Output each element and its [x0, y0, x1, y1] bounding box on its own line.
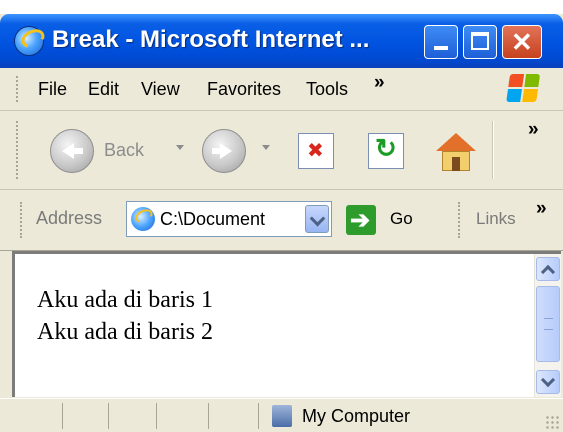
window-title: Break - Microsoft Internet ... — [52, 26, 370, 53]
page-content: Aku ada di baris 1 Aku ada di baris 2 — [12, 251, 561, 397]
address-input[interactable]: C:\Document — [126, 201, 332, 237]
content-line-1: Aku ada di baris 1 — [37, 287, 213, 313]
menu-bar: File Edit View Favorites Tools » — [0, 68, 563, 111]
status-panel — [108, 403, 109, 429]
scroll-down-icon[interactable] — [536, 370, 560, 394]
standard-buttons-toolbar: Back » — [0, 111, 563, 190]
stop-icon[interactable] — [298, 133, 334, 169]
forward-history-dropdown-icon[interactable] — [262, 145, 270, 150]
vertical-scrollbar[interactable] — [534, 254, 561, 397]
go-button[interactable]: Go — [390, 209, 413, 229]
page-icon — [131, 207, 155, 231]
status-panel — [62, 403, 63, 429]
forward-icon[interactable] — [202, 129, 246, 173]
browser-window: Break - Microsoft Internet ... ✕ File Ed… — [0, 14, 563, 432]
menu-bar-grip[interactable] — [16, 76, 21, 102]
windows-logo-icon — [506, 74, 542, 104]
internet-explorer-icon[interactable] — [14, 26, 44, 56]
scroll-thumb[interactable] — [536, 286, 560, 362]
close-icon: ✕ — [511, 27, 533, 57]
address-value[interactable]: C:\Document — [160, 209, 298, 230]
links-button[interactable]: Links — [476, 209, 516, 229]
go-arrow-icon[interactable] — [346, 205, 376, 235]
links-grip[interactable] — [458, 202, 463, 238]
security-zone-label: My Computer — [302, 406, 411, 426]
resize-grip-icon[interactable] — [545, 415, 559, 429]
home-icon[interactable] — [434, 133, 478, 171]
menu-file[interactable]: File — [38, 79, 67, 100]
minimize-icon — [434, 46, 448, 50]
my-computer-icon — [272, 405, 292, 427]
menu-overflow-chevron-icon[interactable]: » — [374, 72, 385, 94]
toolbar-overflow-chevron-icon[interactable]: » — [528, 119, 539, 141]
status-panel — [156, 403, 157, 429]
refresh-icon[interactable] — [368, 133, 404, 169]
toolbar-separator — [492, 121, 494, 179]
address-bar-grip[interactable] — [20, 202, 25, 238]
address-label: Address — [36, 208, 103, 228]
minimize-button[interactable] — [424, 25, 458, 59]
title-bar[interactable]: Break - Microsoft Internet ... ✕ — [0, 14, 563, 68]
address-bar: Address C:\Document Go Links » — [0, 190, 563, 251]
address-dropdown-icon[interactable] — [305, 205, 329, 233]
status-bar: My Computer — [0, 398, 563, 432]
back-history-dropdown-icon[interactable] — [176, 145, 184, 150]
back-icon[interactable] — [50, 129, 94, 173]
content-line-2: Aku ada di baris 2 — [37, 319, 213, 345]
maximize-button[interactable] — [463, 25, 497, 59]
menu-view[interactable]: View — [141, 79, 180, 100]
menu-favorites[interactable]: Favorites — [207, 79, 281, 100]
toolbar-grip[interactable] — [16, 121, 21, 179]
close-button[interactable]: ✕ — [502, 25, 542, 59]
menu-edit[interactable]: Edit — [88, 79, 119, 100]
status-panel — [208, 403, 209, 429]
menu-tools[interactable]: Tools — [306, 79, 348, 100]
maximize-icon — [471, 32, 489, 50]
links-overflow-chevron-icon[interactable]: » — [536, 198, 547, 220]
scroll-up-icon[interactable] — [536, 257, 560, 281]
status-panel — [258, 403, 259, 429]
back-label[interactable]: Back — [104, 140, 144, 161]
